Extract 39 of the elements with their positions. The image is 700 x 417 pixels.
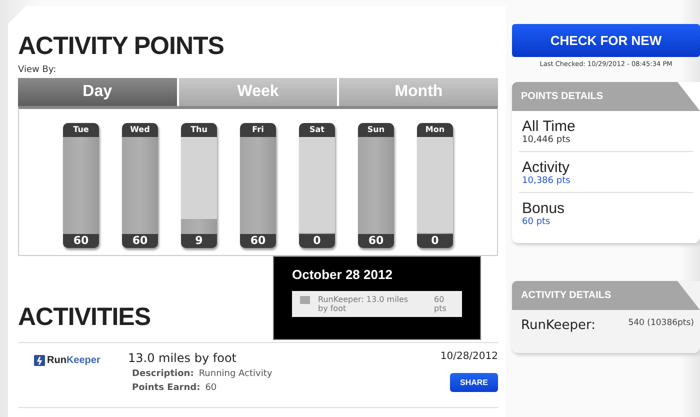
day-label: Tue xyxy=(72,124,90,136)
day-value: 60 xyxy=(131,234,149,248)
view-tab[interactable]: Day xyxy=(18,78,179,106)
day-label: Mon xyxy=(424,124,446,136)
day-label: Thu xyxy=(190,124,208,136)
panel-header: ACTIVITY DETAILS xyxy=(512,281,700,310)
field-value: Running Activity xyxy=(198,369,272,379)
tooltip-date: October 28 2012 xyxy=(292,267,394,282)
view-by-label: View By: xyxy=(18,65,58,75)
section-title: ACTIVITY POINTS xyxy=(18,32,225,61)
panel-header: POINTS DETAILS xyxy=(512,82,700,111)
day-label: Sun xyxy=(366,124,386,136)
day-value: 60 xyxy=(72,234,90,248)
day-label: Fri xyxy=(251,124,265,136)
activity-title: 13.0 miles by foot xyxy=(128,351,238,365)
day-value: 0 xyxy=(430,234,440,248)
activity-date: 10/28/2012 xyxy=(440,351,498,362)
logo-text: RunKeeper xyxy=(47,355,100,366)
entry-points: 60 pts xyxy=(434,295,448,313)
day-value: 0 xyxy=(312,234,322,248)
check-button[interactable]: CHECK FOR NEW xyxy=(512,24,700,57)
day-label: Wed xyxy=(129,124,151,136)
points-label: All Time xyxy=(522,118,576,135)
points-value[interactable]: 60 pts xyxy=(522,217,550,227)
points-label: Activity xyxy=(522,159,571,176)
field-label: Points Earnd: xyxy=(132,383,200,393)
points-label: Bonus xyxy=(522,200,566,217)
field-value: 60 xyxy=(205,383,217,393)
day-value: 9 xyxy=(194,234,204,248)
field-label: Description: xyxy=(132,369,194,379)
entry-label: RunKeeper: 13.0 miles by foot xyxy=(318,295,410,313)
points-value[interactable]: 10,386 pts xyxy=(522,176,570,186)
day-value: 60 xyxy=(367,234,385,248)
source-label: RunKeeper: xyxy=(521,318,596,333)
day-value: 60 xyxy=(249,234,267,248)
day-label: Sat xyxy=(308,124,326,136)
points-value: 10,446 pts xyxy=(522,135,570,145)
share-button[interactable]: SHARE xyxy=(450,373,498,392)
source-value: 540 (10386pts) xyxy=(628,318,694,328)
